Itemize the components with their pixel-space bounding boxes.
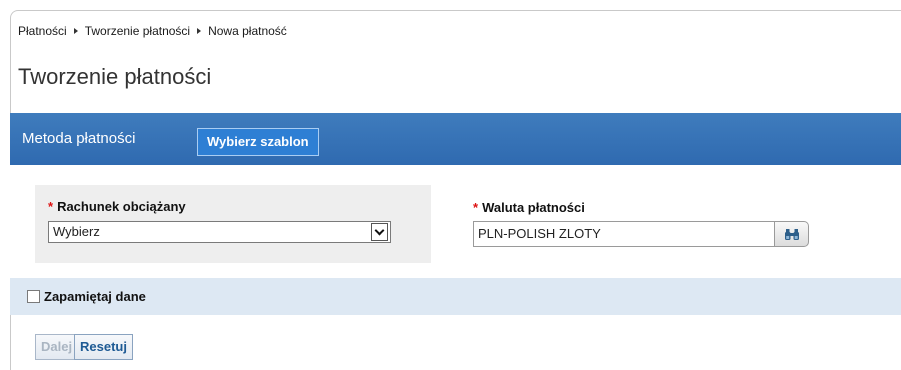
binoculars-icon <box>784 228 799 240</box>
currency-label: * Waluta płatności <box>473 200 585 215</box>
account-label: * Rachunek obciążany <box>48 199 186 214</box>
currency-field-value: PLN-POLISH ZLOTY <box>478 226 601 241</box>
choose-template-button[interactable]: Wybierz szablon <box>197 128 319 156</box>
page-title: Tworzenie płatności <box>18 64 212 89</box>
required-marker: * <box>48 199 54 214</box>
currency-field[interactable]: PLN-POLISH ZLOTY <box>473 221 775 247</box>
currency-lookup-button[interactable] <box>775 221 809 247</box>
payment-form: * Rachunek obciążany Wybierz * Waluta płat… <box>10 165 901 278</box>
account-label-text: Rachunek obciążany <box>57 199 186 214</box>
breadcrumb-item-payments[interactable]: Płatności <box>18 24 67 38</box>
account-select-value: Wybierz <box>53 224 100 239</box>
next-button[interactable]: Dalej <box>35 334 79 360</box>
remember-bar: Zapamiętaj dane <box>10 278 901 315</box>
breadcrumb: Płatności Tworzenie płatności Nowa płatn… <box>18 24 287 38</box>
triangle-right-icon <box>197 28 202 34</box>
account-select[interactable]: Wybierz <box>48 221 391 243</box>
required-marker: * <box>473 200 479 215</box>
breadcrumb-item-new-payment: Nowa płatność <box>208 24 287 38</box>
account-field-group: * Rachunek obciążany Wybierz <box>35 185 431 263</box>
payment-method-bar: Metoda płatności Wybierz szablon <box>10 113 901 165</box>
remember-label[interactable]: Zapamiętaj dane <box>44 289 146 304</box>
payment-method-label: Metoda płatności <box>22 130 136 147</box>
currency-label-text: Waluta płatności <box>482 200 585 215</box>
breadcrumb-item-create-payment[interactable]: Tworzenie płatności <box>85 24 190 38</box>
chevron-down-icon[interactable] <box>371 223 388 241</box>
remember-checkbox[interactable] <box>27 290 40 303</box>
reset-button[interactable]: Resetuj <box>74 334 133 360</box>
triangle-right-icon <box>73 28 78 34</box>
